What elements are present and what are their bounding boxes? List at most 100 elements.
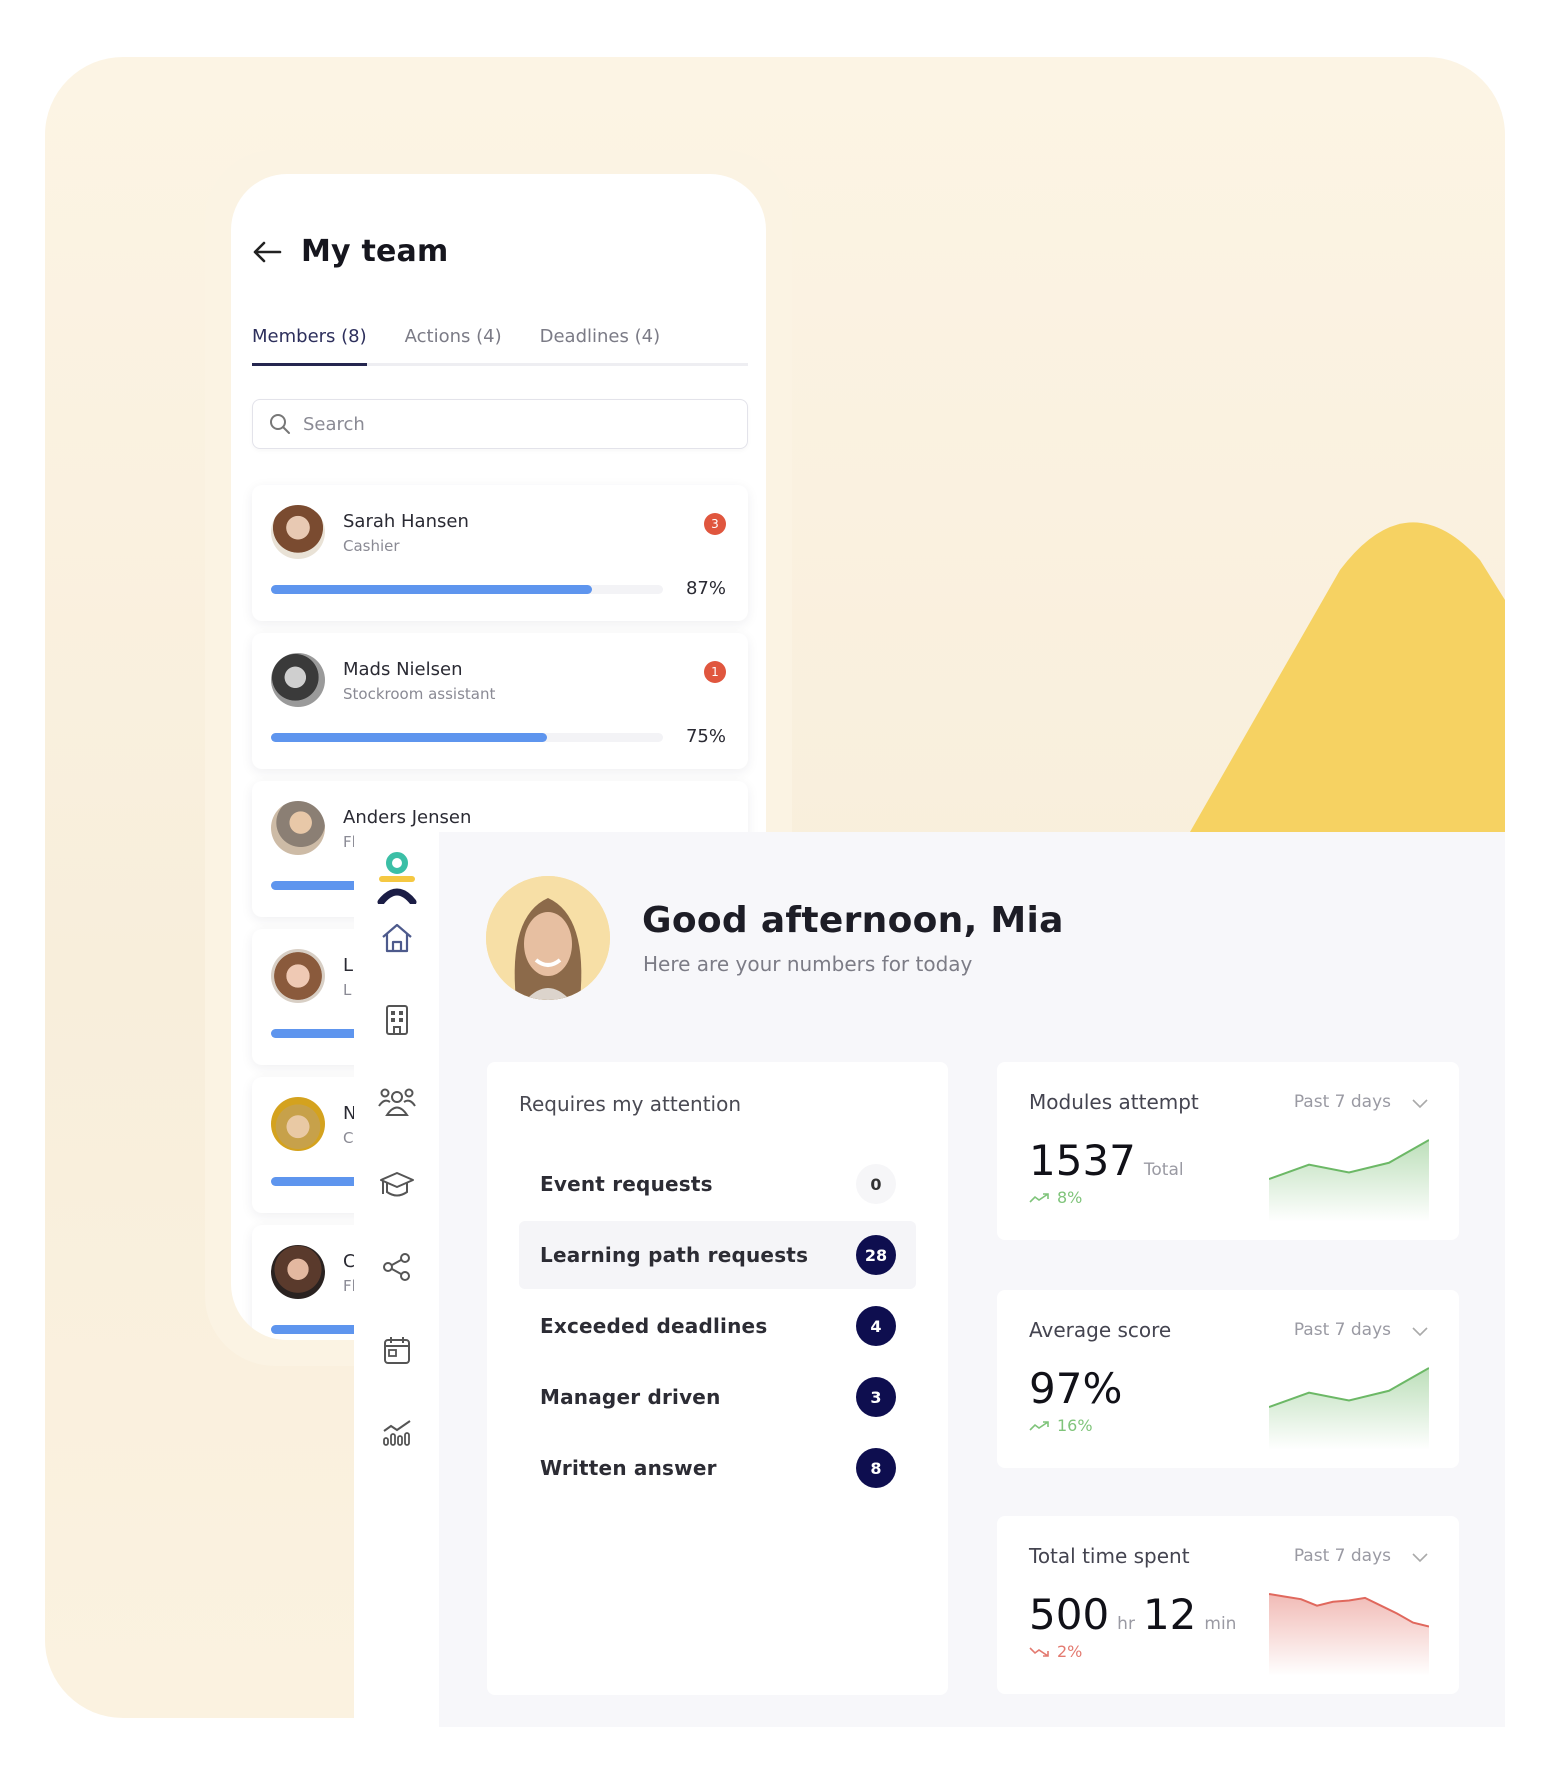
chevron-down-icon[interactable] xyxy=(1411,1096,1429,1110)
calendar-icon xyxy=(383,1337,410,1364)
stat-card-modules-attempt: Modules attempt Past 7 days 1537 Total 8… xyxy=(997,1062,1459,1240)
member-name: Sarah Hansen xyxy=(343,511,469,532)
dashboard-panel: Good afternoon, Mia Here are your number… xyxy=(439,832,1505,1727)
stat-delta-value: 8% xyxy=(1057,1188,1083,1207)
sidebar-item-team[interactable] xyxy=(354,1072,439,1132)
member-role: L xyxy=(343,981,352,999)
sidebar-item-share[interactable] xyxy=(354,1237,439,1297)
attention-item-written-answer[interactable]: Written answer 8 xyxy=(519,1434,916,1502)
greeting-subtitle: Here are your numbers for today xyxy=(643,952,973,976)
user-avatar[interactable] xyxy=(486,876,610,1000)
stat-delta-value: 16% xyxy=(1057,1416,1093,1435)
trend-up-icon xyxy=(1029,1420,1049,1431)
sidebar-item-organization[interactable] xyxy=(354,990,439,1050)
stat-title: Total time spent xyxy=(1029,1544,1190,1568)
users-icon xyxy=(377,1088,416,1116)
attention-item-event-requests[interactable]: Event requests 0 xyxy=(519,1150,916,1218)
count-badge: 3 xyxy=(856,1377,896,1417)
progress-bar xyxy=(271,733,663,742)
count-badge: 4 xyxy=(856,1306,896,1346)
stat-unit: Total xyxy=(1143,1160,1184,1180)
analytics-icon xyxy=(382,1420,411,1446)
member-name: L xyxy=(343,955,354,976)
attention-item-label: Learning path requests xyxy=(540,1243,809,1267)
stat-value: 97% xyxy=(1029,1364,1123,1413)
avatar xyxy=(271,801,325,855)
chevron-down-icon[interactable] xyxy=(1411,1324,1429,1338)
sidebar-item-calendar[interactable] xyxy=(354,1320,439,1380)
period-dropdown[interactable]: Past 7 days xyxy=(1294,1320,1391,1340)
attention-item-label: Manager driven xyxy=(540,1385,721,1409)
page-title: My team xyxy=(301,234,449,269)
greeting-heading: Good afternoon, Mia xyxy=(642,900,1064,941)
avatar xyxy=(271,653,325,707)
stat-unit-minutes: min xyxy=(1204,1614,1237,1634)
count-badge: 8 xyxy=(856,1448,896,1488)
member-role: Cashier xyxy=(343,537,400,555)
stat-value: 1537 xyxy=(1029,1136,1136,1185)
stat-delta: 8% xyxy=(1029,1188,1082,1207)
stat-title: Average score xyxy=(1029,1318,1172,1342)
sparkline-area xyxy=(1269,1368,1429,1450)
count-badge: 28 xyxy=(856,1235,896,1275)
tab-members[interactable]: Members (8) xyxy=(252,320,367,366)
sparkline-area xyxy=(1269,1594,1429,1676)
notification-badge: 3 xyxy=(704,513,726,535)
sparkline-chart xyxy=(1269,1139,1429,1222)
attention-item-label: Exceeded deadlines xyxy=(540,1314,768,1338)
stat-delta-value: 2% xyxy=(1057,1642,1083,1661)
sparkline-chart xyxy=(1269,1593,1429,1676)
app-logo-icon xyxy=(377,852,417,904)
avatar xyxy=(271,949,325,1003)
notification-badge: 1 xyxy=(704,661,726,683)
back-arrow-icon[interactable] xyxy=(251,236,283,268)
sidebar-item-learning[interactable] xyxy=(354,1155,439,1215)
attention-item-manager-driven[interactable]: Manager driven 3 xyxy=(519,1363,916,1431)
home-icon xyxy=(381,923,412,953)
avatar xyxy=(271,505,325,559)
member-role: C xyxy=(343,1129,354,1147)
attention-card: Requires my attention Event requests 0 L… xyxy=(487,1062,948,1695)
progress-percent: 87% xyxy=(685,578,726,599)
progress-fill xyxy=(271,585,592,594)
member-role: Stockroom assistant xyxy=(343,685,496,703)
tab-bar: Members (8) Actions (4) Deadlines (4) xyxy=(252,320,748,366)
search-box[interactable] xyxy=(252,399,748,449)
stat-value-group: 1537 Total xyxy=(1029,1136,1184,1185)
stat-delta: 2% xyxy=(1029,1642,1082,1661)
attention-item-label: Written answer xyxy=(540,1456,717,1480)
progress-bar xyxy=(271,585,663,594)
stat-card-average-score: Average score Past 7 days 97% 16% xyxy=(997,1290,1459,1468)
attention-item-label: Event requests xyxy=(540,1172,713,1196)
stat-delta: 16% xyxy=(1029,1416,1093,1435)
progress-fill xyxy=(271,733,548,742)
member-card[interactable]: Mads Nielsen Stockroom assistant 1 75% xyxy=(252,633,748,769)
count-badge: 0 xyxy=(856,1164,896,1204)
tab-actions[interactable]: Actions (4) xyxy=(405,320,502,363)
sidebar-nav xyxy=(354,832,439,1727)
tab-deadlines[interactable]: Deadlines (4) xyxy=(540,320,660,363)
share-icon xyxy=(382,1253,410,1281)
sidebar-item-home[interactable] xyxy=(354,908,439,968)
screen-header: My team xyxy=(251,234,448,269)
member-card[interactable]: Sarah Hansen Cashier 3 87% xyxy=(252,485,748,621)
period-dropdown[interactable]: Past 7 days xyxy=(1294,1092,1391,1112)
period-dropdown[interactable]: Past 7 days xyxy=(1294,1546,1391,1566)
stat-title: Modules attempt xyxy=(1029,1090,1199,1114)
attention-item-exceeded-deadlines[interactable]: Exceeded deadlines 4 xyxy=(519,1292,916,1360)
sidebar-item-analytics[interactable] xyxy=(354,1403,439,1463)
attention-item-learning-path-requests[interactable]: Learning path requests 28 xyxy=(519,1221,916,1289)
stat-value-group: 97% xyxy=(1029,1364,1122,1413)
stat-card-total-time-spent: Total time spent Past 7 days 500 hr 12 m… xyxy=(997,1516,1459,1694)
sparkline-area xyxy=(1269,1140,1429,1222)
chevron-down-icon[interactable] xyxy=(1411,1550,1429,1564)
avatar xyxy=(271,1245,325,1299)
building-icon xyxy=(385,1005,408,1035)
member-name: Anders Jensen xyxy=(343,807,472,828)
sparkline-chart xyxy=(1269,1367,1429,1450)
search-input[interactable] xyxy=(303,413,703,435)
member-name: Mads Nielsen xyxy=(343,659,463,680)
stat-value-minutes: 12 xyxy=(1142,1590,1197,1639)
trend-up-icon xyxy=(1029,1192,1049,1203)
graduation-cap-icon xyxy=(379,1172,414,1197)
